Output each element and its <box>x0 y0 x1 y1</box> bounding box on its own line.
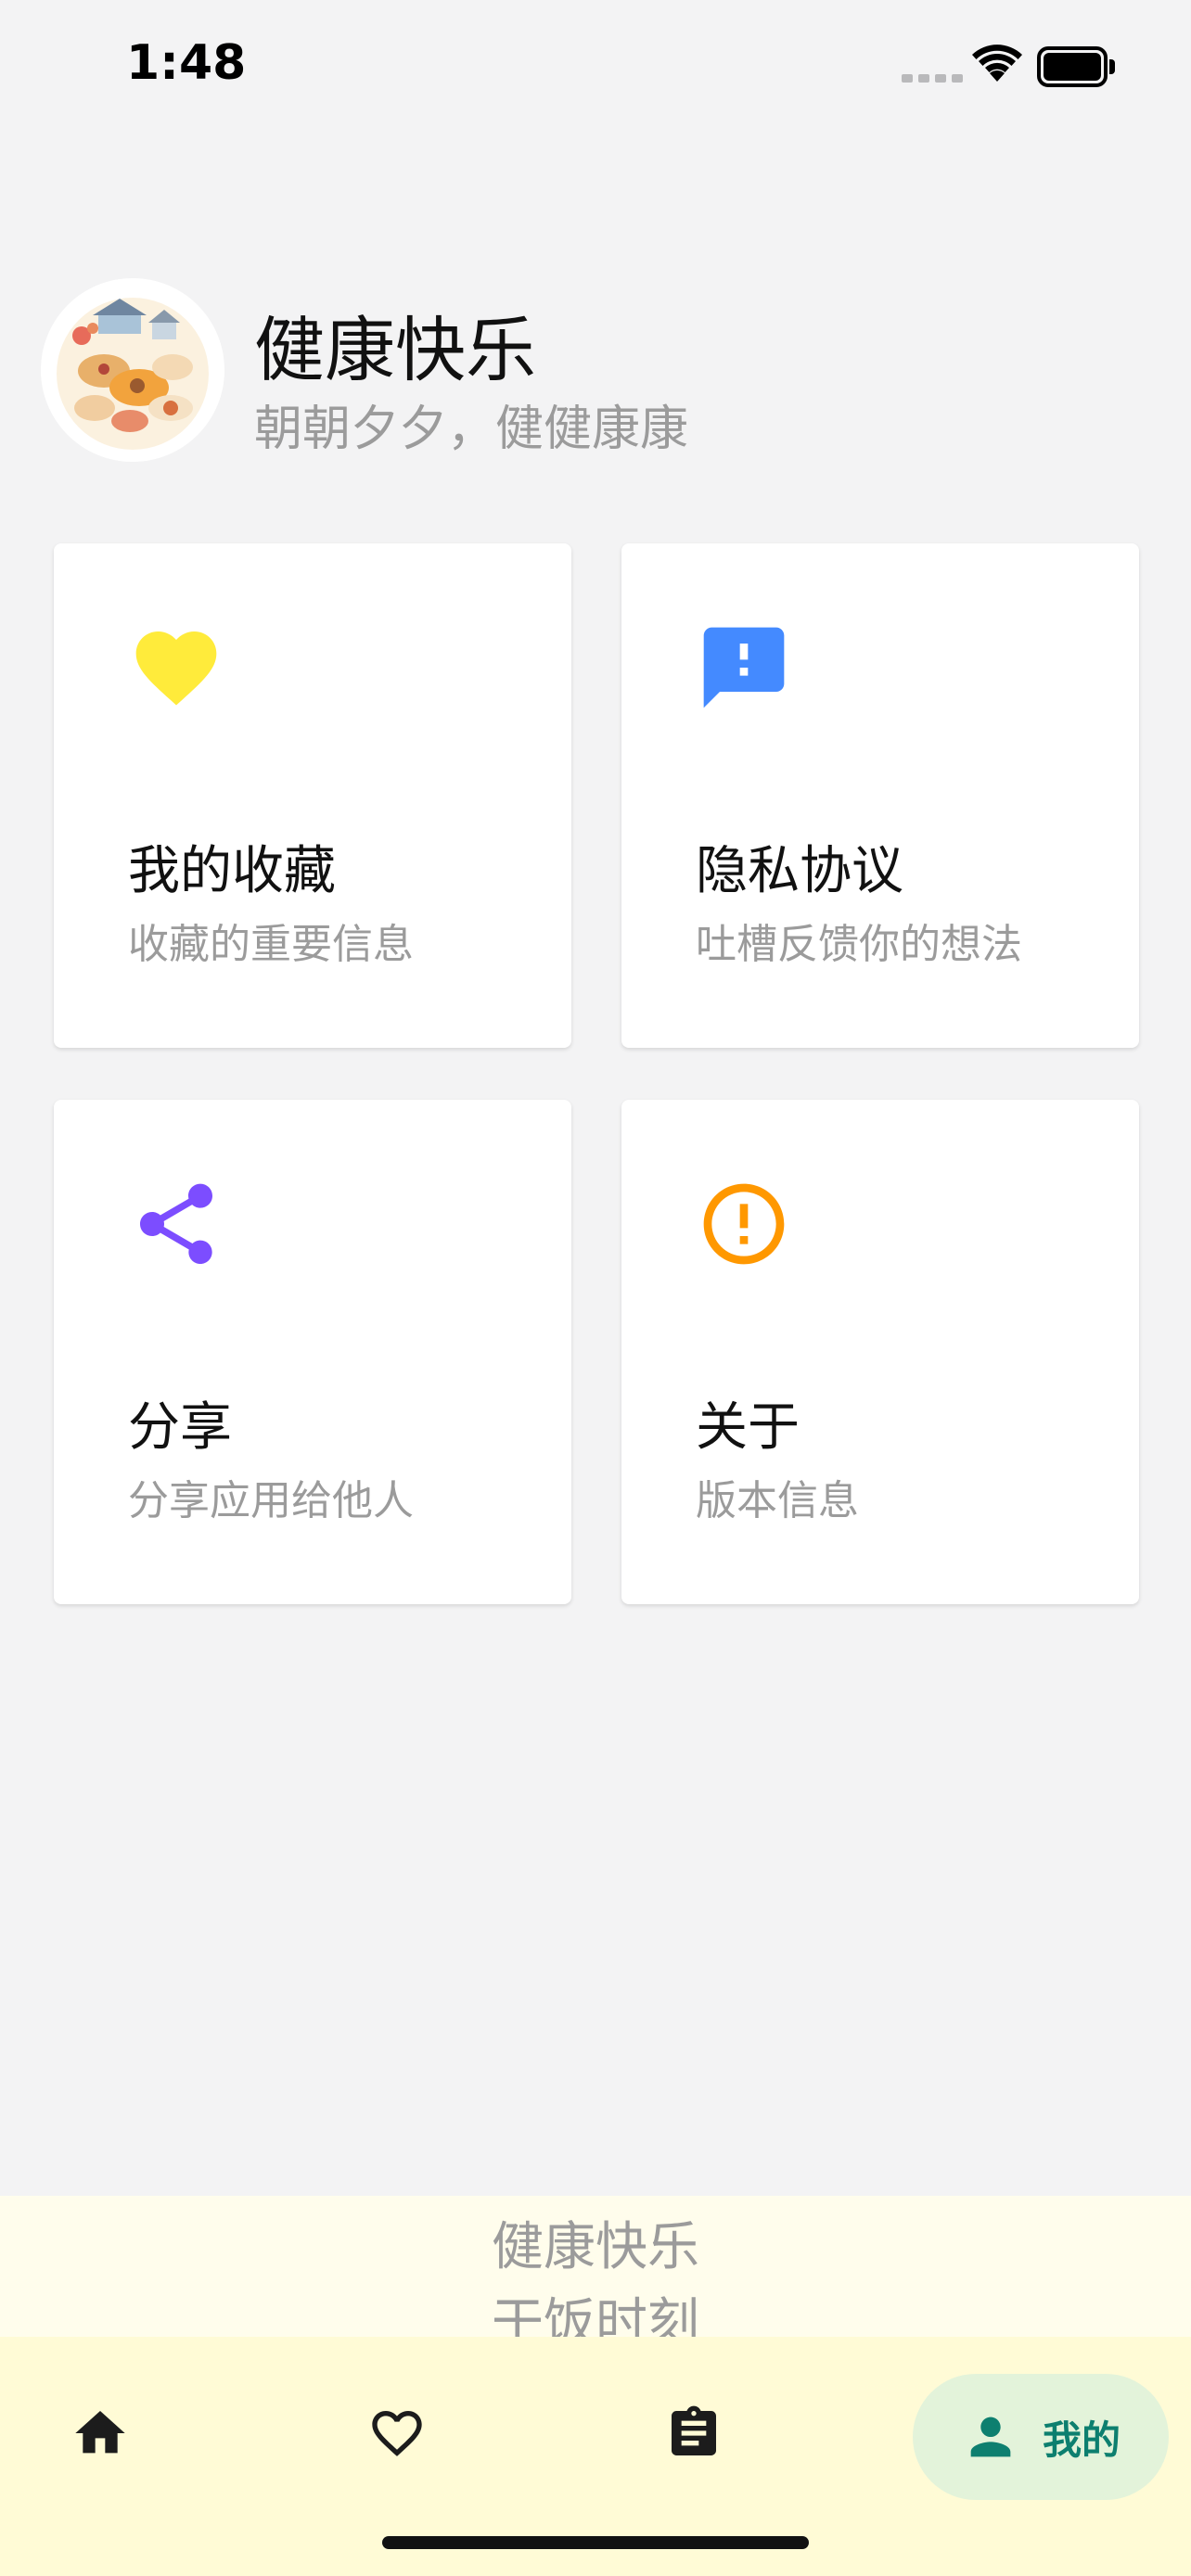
slogan-line-2: 干饭时刻 <box>492 2293 699 2337</box>
home-indicator[interactable] <box>382 2536 809 2549</box>
feedback-icon <box>703 627 785 708</box>
card-title: 我的收藏 <box>128 841 336 901</box>
status-bar: 1:48 <box>0 0 1191 139</box>
status-time: 1:48 <box>126 35 247 91</box>
card-subtitle: 版本信息 <box>696 1477 859 1524</box>
card-share[interactable]: 分享 分享应用给他人 <box>54 1100 571 1604</box>
nav-mine[interactable]: 我的 <box>913 2374 1169 2500</box>
nav-notes[interactable] <box>649 2389 738 2478</box>
avatar[interactable] <box>41 278 224 462</box>
info-icon <box>703 1183 785 1265</box>
card-about[interactable]: 关于 版本信息 <box>621 1100 1139 1604</box>
card-favorites[interactable]: 我的收藏 收藏的重要信息 <box>54 543 571 1048</box>
card-subtitle: 分享应用给他人 <box>128 1477 414 1524</box>
card-title: 隐私协议 <box>696 841 903 901</box>
avatar-illustration <box>41 278 224 462</box>
nav-favorites[interactable] <box>352 2389 442 2478</box>
nav-mine-label: 我的 <box>1042 2417 1121 2463</box>
card-subtitle: 吐槽反馈你的想法 <box>696 921 1022 968</box>
share-icon <box>140 1183 212 1264</box>
card-privacy[interactable]: 隐私协议 吐槽反馈你的想法 <box>621 543 1139 1048</box>
clipboard-icon <box>672 2405 716 2455</box>
card-subtitle: 收藏的重要信息 <box>128 921 414 968</box>
nav-home[interactable] <box>56 2389 145 2478</box>
person-icon <box>970 2417 1011 2457</box>
battery-icon <box>1037 46 1115 87</box>
profile-name: 健康快乐 <box>254 309 536 391</box>
card-title: 关于 <box>696 1397 800 1458</box>
slogan-banner: 健康快乐 干饭时刻 <box>0 2196 1191 2337</box>
slogan-line-1: 健康快乐 <box>492 2217 699 2277</box>
heart-icon <box>135 631 217 706</box>
profile-motto: 朝朝夕夕，健健康康 <box>254 402 689 457</box>
home-icon <box>75 2411 125 2454</box>
wifi-icon <box>972 45 1022 82</box>
card-title: 分享 <box>128 1397 232 1458</box>
heart-outline-icon <box>372 2411 422 2456</box>
cellular-signal-icon <box>902 74 963 83</box>
